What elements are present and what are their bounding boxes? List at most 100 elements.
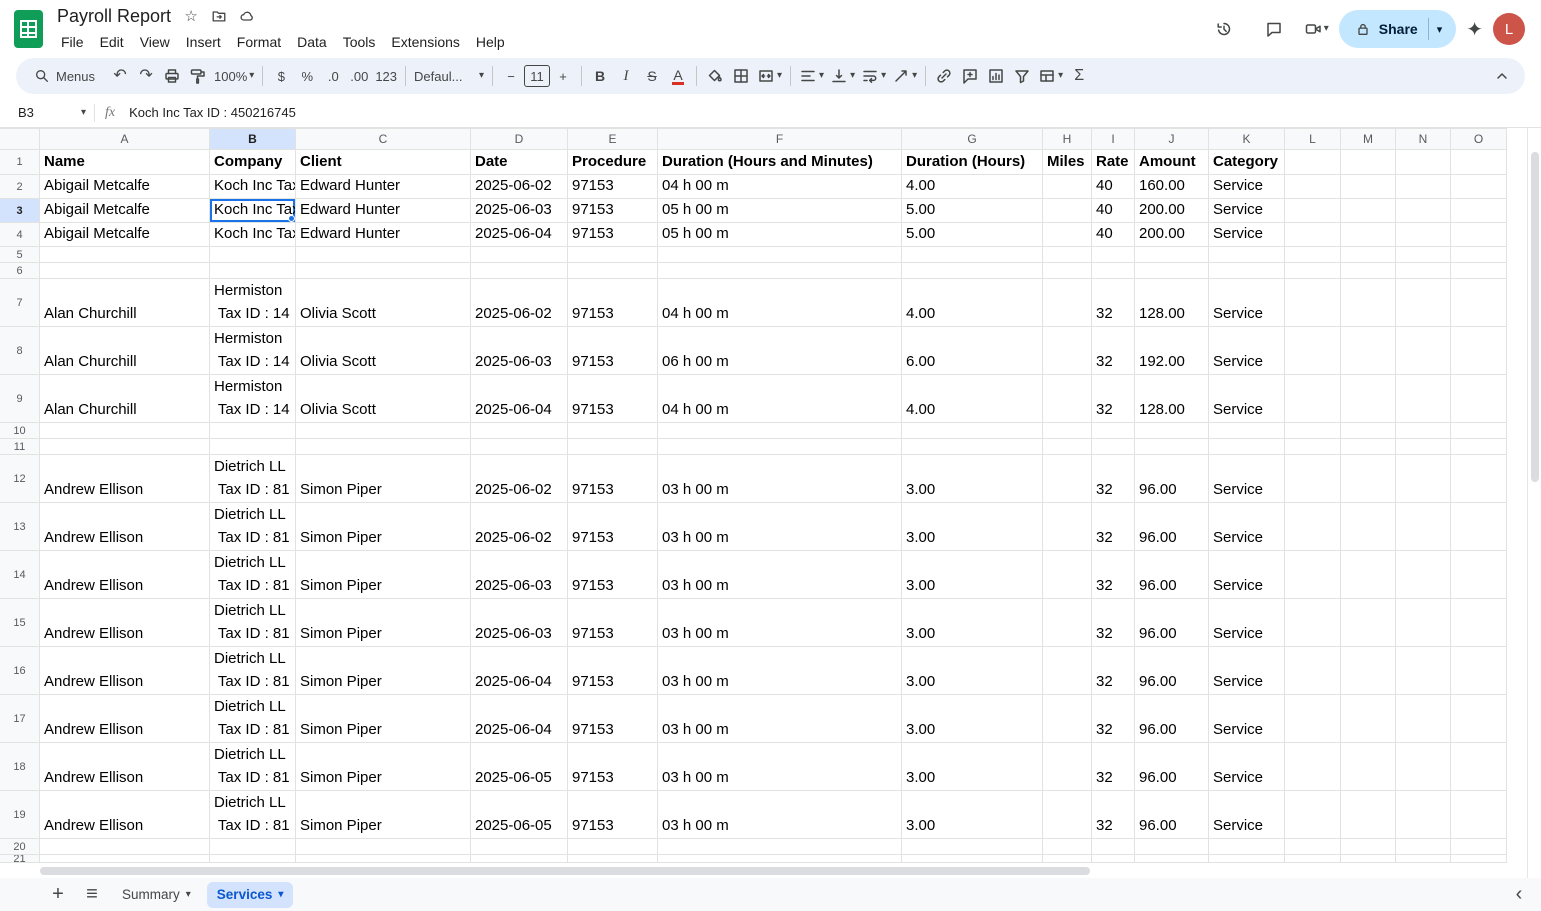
cell-K4[interactable]: Service <box>1209 223 1285 247</box>
decrease-font-size-button[interactable]: − <box>498 62 524 90</box>
increase-decimal-button[interactable]: .00 <box>346 62 372 90</box>
cell-F17[interactable]: 03 h 00 m <box>658 695 902 743</box>
cell-G11[interactable] <box>902 439 1043 455</box>
text-color-button[interactable]: A <box>665 62 691 90</box>
cell-E18[interactable]: 97153 <box>568 743 658 791</box>
cell-H3[interactable] <box>1043 199 1092 223</box>
col-header-N[interactable]: N <box>1396 128 1451 150</box>
cell-K10[interactable] <box>1209 423 1285 439</box>
cell-C16[interactable]: Simon Piper <box>296 647 471 695</box>
cell-C9[interactable]: Olivia Scott <box>296 375 471 423</box>
cell-K11[interactable] <box>1209 439 1285 455</box>
cell-M9[interactable] <box>1341 375 1396 423</box>
cell-H16[interactable] <box>1043 647 1092 695</box>
cell-C1[interactable]: Client <box>296 150 471 175</box>
cell-I2[interactable]: 40 <box>1092 175 1135 199</box>
row-header-17[interactable]: 17 <box>0 695 40 743</box>
row-header-18[interactable]: 18 <box>0 743 40 791</box>
all-sheets-button[interactable]: ≡ <box>78 881 106 909</box>
cell-M13[interactable] <box>1341 503 1396 551</box>
cell-N18[interactable] <box>1396 743 1451 791</box>
col-header-C[interactable]: C <box>296 128 471 150</box>
cell-H21[interactable] <box>1043 855 1092 863</box>
cell-C7[interactable]: Olivia Scott <box>296 279 471 327</box>
cell-N9[interactable] <box>1396 375 1451 423</box>
horizontal-align-button[interactable]: ▾ <box>796 62 827 90</box>
cell-O7[interactable] <box>1451 279 1507 327</box>
cell-M2[interactable] <box>1341 175 1396 199</box>
cell-A4[interactable]: Abigail Metcalfe <box>40 223 210 247</box>
col-header-H[interactable]: H <box>1043 128 1092 150</box>
cell-L8[interactable] <box>1285 327 1341 375</box>
cell-C15[interactable]: Simon Piper <box>296 599 471 647</box>
cell-A2[interactable]: Abigail Metcalfe <box>40 175 210 199</box>
cell-N14[interactable] <box>1396 551 1451 599</box>
cell-G17[interactable]: 3.00 <box>902 695 1043 743</box>
fill-handle[interactable] <box>288 215 295 222</box>
cell-A18[interactable]: Andrew Ellison <box>40 743 210 791</box>
cell-E10[interactable] <box>568 423 658 439</box>
cell-G3[interactable]: 5.00 <box>902 199 1043 223</box>
row-header-5[interactable]: 5 <box>0 247 40 263</box>
merge-cells-button[interactable]: ▾ <box>754 62 785 90</box>
cell-C12[interactable]: Simon Piper <box>296 455 471 503</box>
cell-L15[interactable] <box>1285 599 1341 647</box>
cell-H11[interactable] <box>1043 439 1092 455</box>
cell-K12[interactable]: Service <box>1209 455 1285 503</box>
cell-A7[interactable]: Alan Churchill <box>40 279 210 327</box>
zoom-control[interactable]: 100% ▾ <box>211 62 257 90</box>
cell-K2[interactable]: Service <box>1209 175 1285 199</box>
cell-L11[interactable] <box>1285 439 1341 455</box>
cell-C14[interactable]: Simon Piper <box>296 551 471 599</box>
cell-H8[interactable] <box>1043 327 1092 375</box>
cell-A19[interactable]: Andrew Ellison <box>40 791 210 839</box>
menu-help[interactable]: Help <box>468 32 513 52</box>
cell-G18[interactable]: 3.00 <box>902 743 1043 791</box>
cell-C20[interactable] <box>296 839 471 855</box>
cell-G8[interactable]: 6.00 <box>902 327 1043 375</box>
cell-G16[interactable]: 3.00 <box>902 647 1043 695</box>
tab-summary[interactable]: Summary ▾ <box>112 882 201 908</box>
cell-O9[interactable] <box>1451 375 1507 423</box>
cell-F3[interactable]: 05 h 00 m <box>658 199 902 223</box>
cell-F18[interactable]: 03 h 00 m <box>658 743 902 791</box>
cell-M6[interactable] <box>1341 263 1396 279</box>
cell-E8[interactable]: 97153 <box>568 327 658 375</box>
cell-C5[interactable] <box>296 247 471 263</box>
cell-J4[interactable]: 200.00 <box>1135 223 1209 247</box>
tab-services[interactable]: Services ▾ <box>206 881 294 908</box>
cell-J6[interactable] <box>1135 263 1209 279</box>
cell-K16[interactable]: Service <box>1209 647 1285 695</box>
percent-format-button[interactable]: % <box>294 62 320 90</box>
cell-H4[interactable] <box>1043 223 1092 247</box>
gemini-sparkle-icon[interactable]: ✦ <box>1466 17 1483 42</box>
cell-J7[interactable]: 128.00 <box>1135 279 1209 327</box>
cell-I14[interactable]: 32 <box>1092 551 1135 599</box>
cell-F8[interactable]: 06 h 00 m <box>658 327 902 375</box>
cell-M20[interactable] <box>1341 839 1396 855</box>
cell-I15[interactable]: 32 <box>1092 599 1135 647</box>
star-icon[interactable]: ☆ <box>179 4 203 28</box>
cell-N4[interactable] <box>1396 223 1451 247</box>
cell-F16[interactable]: 03 h 00 m <box>658 647 902 695</box>
insert-comment-button[interactable] <box>957 62 983 90</box>
cell-M14[interactable] <box>1341 551 1396 599</box>
cell-F6[interactable] <box>658 263 902 279</box>
cell-D9[interactable]: 2025-06-04 <box>471 375 568 423</box>
cell-D17[interactable]: 2025-06-04 <box>471 695 568 743</box>
menu-insert[interactable]: Insert <box>178 32 229 52</box>
cell-B1[interactable]: Company <box>210 150 296 175</box>
cell-A3[interactable]: Abigail Metcalfe <box>40 199 210 223</box>
row-header-4[interactable]: 4 <box>0 223 40 247</box>
cell-B17[interactable]: Dietrich LL Tax ID : 81 <box>210 695 296 743</box>
cell-F7[interactable]: 04 h 00 m <box>658 279 902 327</box>
cell-H5[interactable] <box>1043 247 1092 263</box>
cell-A14[interactable]: Andrew Ellison <box>40 551 210 599</box>
cell-O19[interactable] <box>1451 791 1507 839</box>
cell-K1[interactable]: Category <box>1209 150 1285 175</box>
cell-G5[interactable] <box>902 247 1043 263</box>
cell-C19[interactable]: Simon Piper <box>296 791 471 839</box>
cell-J13[interactable]: 96.00 <box>1135 503 1209 551</box>
cell-F20[interactable] <box>658 839 902 855</box>
cell-C2[interactable]: Edward Hunter <box>296 175 471 199</box>
